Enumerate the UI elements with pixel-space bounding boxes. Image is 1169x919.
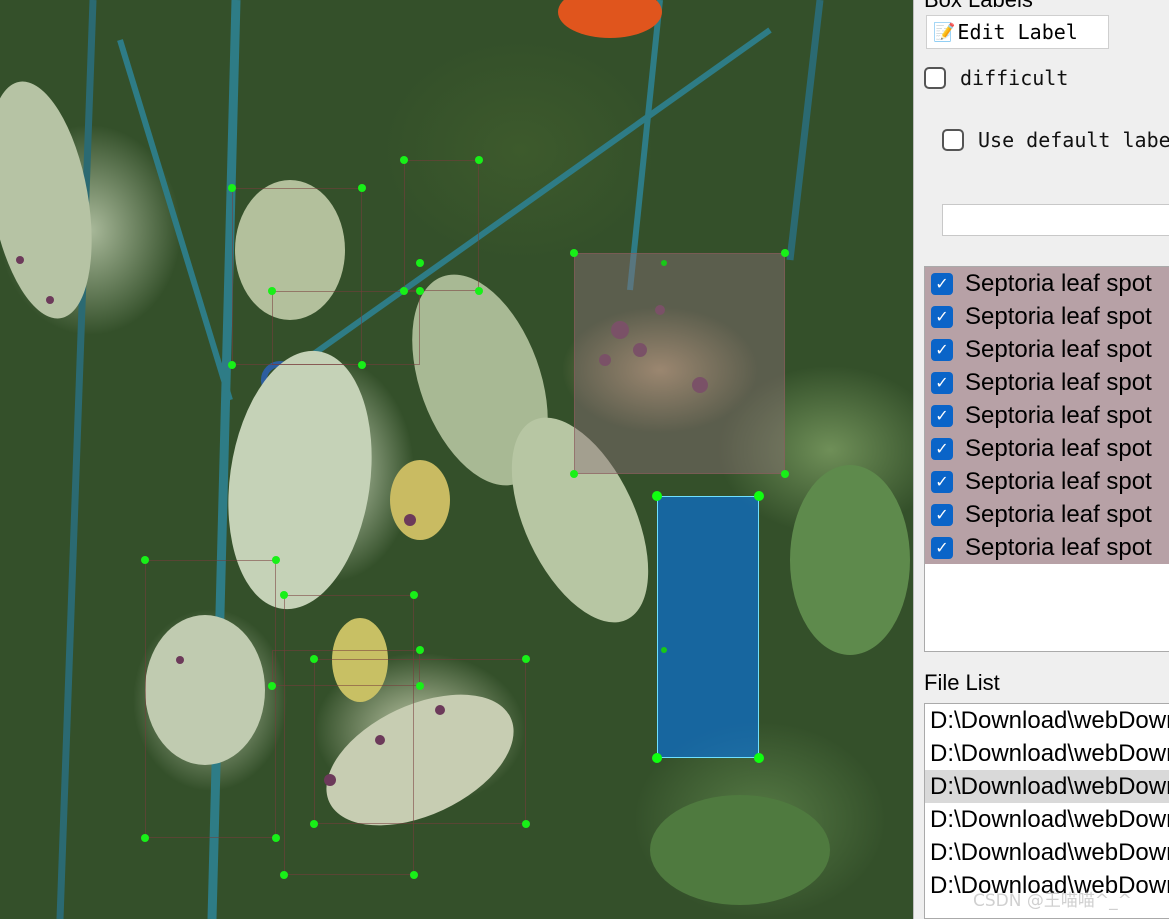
file-list-title: File List (924, 670, 1000, 695)
bbox-point[interactable] (661, 260, 667, 266)
selected-bbox-point[interactable] (652, 491, 662, 501)
image-canvas[interactable] (0, 0, 913, 919)
checkmark-icon[interactable]: ✓ (931, 404, 953, 427)
file-list-item-selected[interactable]: D:\Download\webDownload (925, 770, 1169, 803)
bbox-4[interactable] (574, 253, 785, 474)
label-list-item[interactable]: ✓ Septoria leaf spot (925, 300, 1169, 333)
bbox-point[interactable] (272, 834, 280, 842)
bbox-2[interactable] (272, 291, 420, 365)
edit-label-button[interactable]: 📝 Edit Label (926, 15, 1109, 49)
bbox-point[interactable] (475, 156, 483, 164)
difficult-checkbox-row[interactable]: difficult (924, 66, 1068, 90)
bbox-point[interactable] (310, 655, 318, 663)
bbox-point[interactable] (522, 655, 530, 663)
checkmark-icon[interactable]: ✓ (931, 437, 953, 460)
label-list-item[interactable]: ✓ Septoria leaf spot (925, 366, 1169, 399)
label-text: Septoria leaf spot (965, 269, 1152, 297)
file-list-item[interactable]: D:\Download\webDownload (925, 704, 1169, 737)
use-default-label-row[interactable]: Use default label (942, 128, 1169, 152)
bbox-point[interactable] (228, 361, 236, 369)
label-list-item[interactable]: ✓ Septoria leaf spot (925, 465, 1169, 498)
label-text: Septoria leaf spot (965, 401, 1152, 429)
bbox-point[interactable] (141, 556, 149, 564)
bbox-point[interactable] (416, 287, 424, 295)
label-text: Septoria leaf spot (965, 302, 1152, 330)
label-text: Septoria leaf spot (965, 434, 1152, 462)
bbox-point[interactable] (570, 470, 578, 478)
bbox-point[interactable] (280, 591, 288, 599)
bbox-point[interactable] (272, 556, 280, 564)
use-default-label-text: Use default label (978, 128, 1169, 152)
label-text: Septoria leaf spot (965, 500, 1152, 528)
label-text: Septoria leaf spot (965, 467, 1152, 495)
watermark: CSDN @王喵喵^_^ (973, 891, 1132, 911)
edit-icon: 📝 (933, 21, 956, 43)
bbox-point[interactable] (416, 259, 424, 267)
bbox-8[interactable] (272, 650, 420, 686)
label-text: Septoria leaf spot (965, 335, 1152, 363)
label-list-item[interactable]: ✓ Septoria leaf spot (925, 399, 1169, 432)
file-list-item[interactable]: D:\Download\webDownload (925, 836, 1169, 869)
label-text: Septoria leaf spot (965, 368, 1152, 396)
difficult-checkbox[interactable] (924, 67, 946, 89)
bbox-point[interactable] (781, 249, 789, 257)
checkmark-icon[interactable]: ✓ (931, 371, 953, 394)
bbox-selected[interactable] (657, 496, 759, 758)
bbox-point[interactable] (661, 647, 667, 653)
bbox-point[interactable] (358, 361, 366, 369)
selected-bbox-point[interactable] (754, 491, 764, 501)
bbox-5[interactable] (145, 560, 276, 838)
right-dock-panel: Box Labels 📝 Edit Label difficult Use de… (913, 0, 1169, 919)
bbox-point[interactable] (781, 470, 789, 478)
bbox-point[interactable] (570, 249, 578, 257)
checkmark-icon[interactable]: ✓ (931, 305, 953, 328)
file-list-item[interactable]: D:\Download\webDownload (925, 737, 1169, 770)
bbox-point[interactable] (268, 682, 276, 690)
default-label-input[interactable] (942, 204, 1169, 236)
use-default-label-checkbox[interactable] (942, 129, 964, 151)
checkmark-icon[interactable]: ✓ (931, 503, 953, 526)
bbox-point[interactable] (400, 156, 408, 164)
label-list-item[interactable]: ✓ Septoria leaf spot (925, 432, 1169, 465)
checkmark-icon[interactable]: ✓ (931, 470, 953, 493)
label-list-item[interactable]: ✓ Septoria leaf spot (925, 333, 1169, 366)
bbox-point[interactable] (280, 871, 288, 879)
bbox-point[interactable] (522, 820, 530, 828)
label-text: Septoria leaf spot (965, 533, 1152, 561)
label-list[interactable]: ✓ Septoria leaf spot ✓ Septoria leaf spot … (924, 266, 1169, 652)
bbox-point[interactable] (228, 184, 236, 192)
bbox-point[interactable] (268, 287, 276, 295)
difficult-label: difficult (960, 66, 1069, 90)
label-list-item[interactable]: ✓ Septoria leaf spot (925, 267, 1169, 300)
bbox-3[interactable] (404, 160, 479, 291)
label-list-item[interactable]: ✓ Septoria leaf spot (925, 498, 1169, 531)
file-list-item[interactable]: D:\Download\webDownload (925, 803, 1169, 836)
bbox-point[interactable] (410, 871, 418, 879)
edit-label-text: Edit Label (957, 20, 1078, 44)
bbox-point[interactable] (310, 820, 318, 828)
bbox-point[interactable] (410, 591, 418, 599)
label-list-item[interactable]: ✓ Septoria leaf spot (925, 531, 1169, 564)
bbox-point[interactable] (416, 646, 424, 654)
selected-bbox-point[interactable] (652, 753, 662, 763)
selected-bbox-point[interactable] (754, 753, 764, 763)
bbox-point[interactable] (141, 834, 149, 842)
bbox-point[interactable] (400, 287, 408, 295)
checkmark-icon[interactable]: ✓ (931, 338, 953, 361)
box-labels-title: Box Labels (924, 0, 1033, 13)
bbox-point[interactable] (416, 682, 424, 690)
bbox-point[interactable] (475, 287, 483, 295)
bbox-point[interactable] (358, 184, 366, 192)
checkmark-icon[interactable]: ✓ (931, 272, 953, 295)
checkmark-icon[interactable]: ✓ (931, 536, 953, 559)
